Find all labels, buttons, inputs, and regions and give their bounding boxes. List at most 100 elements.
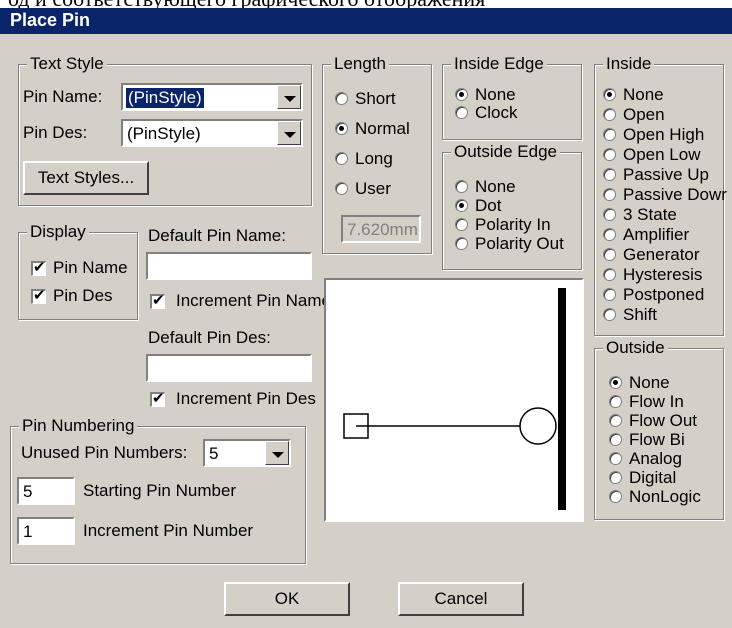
default-pin-des-label: Default Pin Des: (148, 328, 271, 347)
cancel-button[interactable]: Cancel (398, 582, 524, 616)
radio-button[interactable] (603, 288, 616, 301)
chevron-down-icon[interactable] (277, 121, 301, 145)
dot-symbol (519, 407, 557, 445)
radio-button[interactable] (335, 152, 348, 165)
radio-label: Normal (355, 119, 410, 138)
radio-button[interactable] (455, 106, 468, 119)
radio-label: Amplifier (623, 225, 690, 244)
radio-button[interactable] (609, 490, 622, 503)
radio-button[interactable] (455, 218, 468, 231)
radio-button[interactable] (455, 88, 468, 101)
chevron-down-icon[interactable] (265, 441, 289, 465)
text-styles-button[interactable]: Text Styles... (23, 161, 149, 195)
radio-label: Postponed (623, 285, 705, 304)
radio-button[interactable] (603, 168, 616, 181)
place-pin-dialog: Place Pin Text Style Pin Name: (PinStyle… (0, 8, 732, 628)
title-bar[interactable]: Place Pin (0, 8, 732, 34)
radio-label: Polarity Out (475, 234, 564, 253)
pin-numbering-group: Pin Numbering Unused Pin Numbers: 5 5 St… (10, 415, 306, 564)
radio-label: Polarity In (475, 215, 551, 234)
starting-pin-number-input[interactable]: 5 (17, 477, 75, 505)
radio-label: None (623, 85, 664, 104)
ok-button-label: OK (274, 589, 300, 608)
text-style-group: Text Style Pin Name: (PinStyle) Pin Des:… (18, 53, 312, 206)
radio-button[interactable] (335, 182, 348, 195)
radio-label: NonLogic (629, 487, 701, 506)
component-body-edge (558, 288, 566, 510)
radio-label: Dot (475, 196, 502, 215)
outside-edge-legend: Outside Edge (451, 141, 561, 163)
ok-button[interactable]: OK (224, 582, 350, 616)
radio-button[interactable] (603, 128, 616, 141)
radio-button[interactable] (455, 237, 468, 250)
radio-button[interactable] (609, 452, 622, 465)
increment-pin-des-checkbox[interactable] (150, 389, 165, 409)
radio-label: Flow In (629, 392, 684, 411)
display-pin-des-checkbox[interactable] (31, 286, 46, 306)
outside-legend: Outside (603, 337, 668, 359)
radio-label: Short (355, 89, 396, 108)
pin-des-style-select[interactable]: (PinStyle) (121, 119, 303, 147)
radio-button[interactable] (603, 308, 616, 321)
radio-button[interactable] (455, 180, 468, 193)
radio-label: Clock (475, 103, 518, 122)
display-legend: Display (27, 221, 89, 243)
radio-button[interactable] (603, 208, 616, 221)
window-title: Place Pin (10, 10, 91, 30)
radio-button[interactable] (609, 414, 622, 427)
text-style-legend: Text Style (27, 53, 107, 75)
radio-button[interactable] (603, 228, 616, 241)
default-pin-name-input[interactable] (146, 252, 312, 280)
radio-button[interactable] (609, 395, 622, 408)
increment-pin-name-label: Increment Pin Name (176, 291, 331, 310)
radio-label: Hysteresis (623, 265, 703, 284)
outside-group: Outside None Flow In Flow Out Flow Bi Analog… (594, 337, 724, 520)
increment-pin-name-checkbox[interactable] (150, 291, 165, 311)
unused-pin-numbers-select[interactable]: 5 (203, 439, 291, 467)
increment-pin-number-value: 1 (23, 522, 33, 541)
pin-name-style-value: (PinStyle) (126, 88, 204, 108)
radio-button[interactable] (335, 92, 348, 105)
radio-button[interactable] (609, 471, 622, 484)
radio-label: Open (623, 105, 665, 124)
pin-preview (324, 278, 584, 522)
radio-button[interactable] (603, 108, 616, 121)
radio-button[interactable] (603, 148, 616, 161)
inside-edge-legend: Inside Edge (451, 53, 547, 75)
starting-pin-number-label: Starting Pin Number (83, 481, 237, 500)
display-group: Display Pin Name Pin Des (18, 221, 138, 320)
radio-button[interactable] (609, 376, 622, 389)
display-pin-name-label: Pin Name (53, 258, 128, 277)
radio-button[interactable] (603, 268, 616, 281)
pin-des-style-value: (PinStyle) (127, 124, 201, 143)
default-pin-name-label: Default Pin Name: (148, 226, 286, 245)
radio-button[interactable] (603, 188, 616, 201)
pin-name-style-label: Pin Name: (23, 87, 103, 106)
display-pin-des-label: Pin Des (53, 286, 113, 305)
increment-pin-number-input[interactable]: 1 (17, 517, 75, 545)
chevron-down-icon[interactable] (277, 85, 301, 109)
inside-legend: Inside (603, 53, 655, 75)
default-pin-des-input[interactable] (146, 354, 312, 382)
radio-label: None (629, 373, 670, 392)
inside-group: Inside None Open Open High Open Low Passive … (594, 53, 727, 336)
radio-button[interactable] (603, 248, 616, 261)
increment-pin-des-label: Increment Pin Des (176, 389, 316, 408)
display-pin-name-checkbox[interactable] (31, 258, 46, 278)
radio-label: Flow Bi (629, 430, 685, 449)
increment-pin-number-label: Increment Pin Number (83, 521, 254, 540)
radio-button[interactable] (603, 88, 616, 101)
text-styles-button-label: Text Styles... (37, 168, 135, 187)
radio-button[interactable] (609, 433, 622, 446)
outside-edge-group: Outside Edge None Dot Polarity In Polarity … (442, 141, 582, 270)
pin-preview-graphic (343, 288, 566, 510)
radio-button[interactable] (335, 122, 348, 135)
pin-name-style-select[interactable]: (PinStyle) (121, 83, 303, 111)
user-length-value: 7.620mm (347, 220, 418, 239)
unused-pin-numbers-label: Unused Pin Numbers: (21, 443, 188, 462)
radio-label: Shift (623, 305, 658, 324)
radio-button[interactable] (455, 199, 468, 212)
user-length-input[interactable]: 7.620mm (341, 215, 421, 243)
radio-label: Long (355, 149, 393, 168)
radio-label: None (475, 177, 516, 196)
